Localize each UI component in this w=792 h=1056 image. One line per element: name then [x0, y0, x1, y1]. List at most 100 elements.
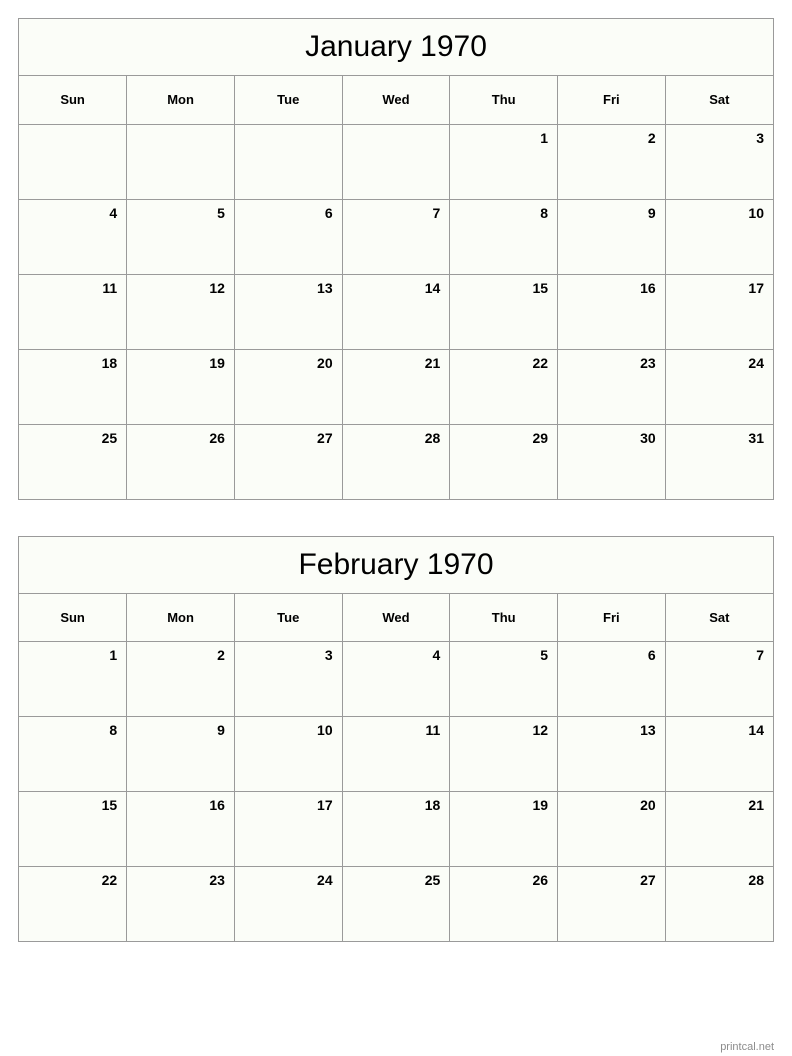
day-cell[interactable]: 15 [449, 274, 559, 350]
month-title-february: February 1970 [19, 537, 773, 594]
day-number: 1 [109, 647, 118, 663]
weekday-header-thu: Thu [449, 593, 559, 642]
day-number: 4 [109, 204, 118, 221]
day-cell[interactable]: 21 [342, 349, 451, 425]
day-cell[interactable]: 4 [342, 641, 451, 717]
day-number: 22 [101, 872, 118, 888]
day-cell[interactable] [234, 124, 343, 200]
weekday-header-sat: Sat [665, 593, 773, 642]
day-cell[interactable]: 16 [126, 791, 235, 867]
day-cell[interactable]: 20 [557, 791, 666, 867]
day-cell[interactable]: 1 [19, 641, 128, 717]
day-number: 11 [425, 722, 441, 738]
day-number: 6 [324, 204, 333, 221]
day-number: 18 [424, 797, 441, 813]
day-cell[interactable]: 6 [234, 199, 343, 275]
day-cell[interactable]: 8 [19, 716, 128, 792]
day-cell[interactable]: 27 [234, 424, 343, 500]
day-cell[interactable]: 15 [19, 791, 128, 867]
day-number: 6 [647, 647, 656, 663]
day-cell[interactable]: 7 [665, 641, 773, 717]
day-cell[interactable]: 12 [126, 274, 235, 350]
day-cell[interactable]: 18 [342, 791, 451, 867]
day-number: 25 [101, 429, 118, 446]
day-cell[interactable]: 19 [449, 791, 559, 867]
day-number: 31 [748, 429, 764, 446]
weekday-header-wed: Wed [342, 76, 451, 125]
day-cell[interactable]: 7 [342, 199, 451, 275]
week-row: 18 19 20 21 22 23 24 [19, 349, 773, 425]
day-cell[interactable]: 11 [19, 274, 128, 350]
day-cell[interactable]: 2 [126, 641, 235, 717]
day-cell[interactable]: 18 [19, 349, 128, 425]
day-cell[interactable]: 17 [234, 791, 343, 867]
day-number: 23 [640, 354, 656, 371]
day-number: 12 [532, 722, 549, 738]
day-cell[interactable]: 29 [449, 424, 559, 500]
day-cell[interactable]: 14 [665, 716, 773, 792]
day-cell[interactable]: 9 [126, 716, 235, 792]
day-number: 18 [101, 354, 118, 371]
day-cell[interactable]: 12 [449, 716, 559, 792]
day-cell[interactable]: 23 [557, 349, 666, 425]
day-cell[interactable]: 28 [665, 866, 773, 942]
day-cell[interactable]: 11 [342, 716, 451, 792]
weekday-header-tue: Tue [234, 76, 343, 125]
day-cell[interactable]: 2 [557, 124, 666, 200]
weekday-header-wed: Wed [342, 593, 451, 642]
day-cell[interactable]: 8 [449, 199, 559, 275]
day-cell[interactable]: 21 [665, 791, 773, 867]
week-row: 1 2 3 4 5 6 7 [19, 641, 773, 717]
day-cell[interactable]: 24 [234, 866, 343, 942]
day-cell[interactable]: 5 [449, 641, 559, 717]
day-cell[interactable]: 5 [126, 199, 235, 275]
day-cell[interactable]: 13 [557, 716, 666, 792]
day-cell[interactable]: 22 [19, 866, 128, 942]
day-cell[interactable] [126, 124, 235, 200]
day-number: 19 [209, 354, 225, 371]
day-cell[interactable]: 26 [126, 424, 235, 500]
day-number: 11 [102, 279, 118, 296]
weekday-header-sat: Sat [665, 76, 773, 125]
footer-attribution[interactable]: printcal.net [720, 1040, 774, 1054]
day-number: 16 [640, 279, 656, 296]
day-number: 9 [217, 722, 225, 738]
day-cell[interactable]: 23 [126, 866, 235, 942]
day-cell[interactable] [19, 124, 128, 200]
day-cell[interactable]: 22 [449, 349, 559, 425]
day-cell[interactable]: 28 [342, 424, 451, 500]
day-number: 22 [532, 354, 549, 371]
day-number: 5 [217, 204, 225, 221]
day-cell[interactable]: 19 [126, 349, 235, 425]
day-cell[interactable] [342, 124, 451, 200]
day-cell[interactable]: 31 [665, 424, 773, 500]
day-cell[interactable]: 17 [665, 274, 773, 350]
day-cell[interactable]: 16 [557, 274, 666, 350]
day-number: 14 [424, 279, 441, 296]
day-cell[interactable]: 26 [449, 866, 559, 942]
day-cell[interactable]: 20 [234, 349, 343, 425]
day-cell[interactable]: 30 [557, 424, 666, 500]
day-cell[interactable]: 24 [665, 349, 773, 425]
day-number: 21 [424, 354, 441, 371]
day-cell[interactable]: 4 [19, 199, 128, 275]
day-number: 27 [317, 429, 333, 446]
day-cell[interactable]: 1 [449, 124, 559, 200]
calendar-grid-february: Sun Mon Tue Wed Thu Fri Sat 1 2 3 4 5 6 [19, 593, 773, 942]
weekday-header-sun: Sun [19, 76, 128, 125]
day-cell[interactable]: 13 [234, 274, 343, 350]
day-cell[interactable]: 25 [342, 866, 451, 942]
day-cell[interactable]: 3 [665, 124, 773, 200]
day-cell[interactable]: 10 [665, 199, 773, 275]
day-cell[interactable]: 10 [234, 716, 343, 792]
day-cell[interactable]: 6 [557, 641, 666, 717]
day-number: 30 [640, 429, 656, 446]
day-cell[interactable]: 14 [342, 274, 451, 350]
day-cell[interactable]: 9 [557, 199, 666, 275]
day-number: 29 [532, 429, 549, 446]
day-cell[interactable]: 3 [234, 641, 343, 717]
day-number: 10 [748, 204, 764, 221]
day-cell[interactable]: 25 [19, 424, 128, 500]
weekday-header-fri: Fri [557, 593, 666, 642]
day-cell[interactable]: 27 [557, 866, 666, 942]
